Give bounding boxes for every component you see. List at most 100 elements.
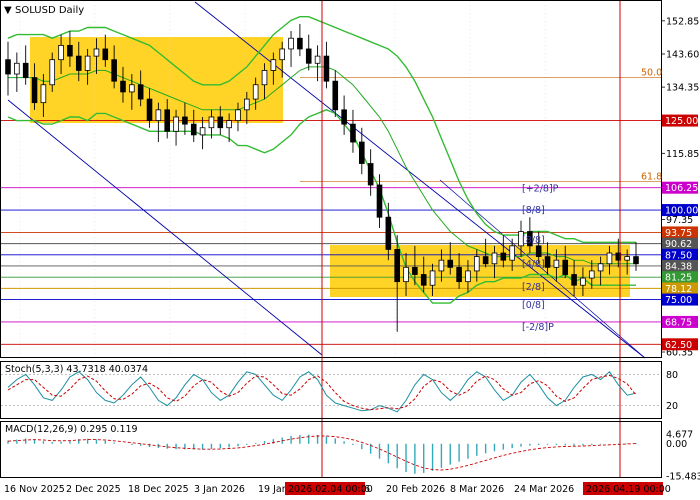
candle-body [376,184,383,218]
candle-body [509,245,515,261]
candle-body [367,163,374,186]
fib-label: 50.0 [641,68,662,79]
candle-body [491,252,498,265]
level-tag-label: 93.75 [665,228,692,239]
candle-body [553,259,560,268]
level-tag-label: 75.00 [665,295,692,306]
time-tick-label: 16 Nov 2025 [4,484,65,495]
macd-tick-label: -15.483 [666,472,700,483]
candle-body [226,120,232,129]
level-tag-label: 90.62 [665,239,692,250]
level-tag-label: 84.38 [665,261,692,272]
time-marker-label: 2026.04.19 00:00 [586,484,671,495]
candle-body [580,277,586,286]
candle-body [305,48,312,64]
candle-body [624,256,630,261]
candle-body [58,44,64,61]
time-tick-label: 2 Dec 2025 [66,484,121,495]
candle-body [465,270,471,283]
candle-body [473,256,480,272]
candle-body [288,37,294,50]
candle-body [633,256,639,265]
candle-body [111,59,117,82]
candle-body [173,116,179,132]
candle-body [31,77,38,104]
candle-body [535,245,542,257]
candle-body [190,123,197,136]
murrey-label: [4/8] [522,259,545,270]
price-tick-label: 152.85 [666,16,699,27]
chart-canvas: 8020 4.6770.00-15.483 152.85143.60134.35… [0,0,700,500]
candle-body [49,59,56,86]
candle-body [412,266,418,275]
stoch-tick-label: 20 [666,401,678,412]
candle-body [482,256,489,265]
candle-body [199,127,206,136]
candle-body [403,266,409,283]
murrey-label: [+2/8]P [522,184,559,195]
stoch-tick-label: 80 [666,370,678,381]
candle-body [155,109,162,121]
candle-body [137,84,144,100]
level-tag-label: 106.25 [665,183,698,194]
murrey-label: [0/8] [522,300,545,311]
candle-body [129,84,135,93]
candle-body [270,59,277,71]
candle-body [217,116,224,129]
level-tag-label: 100.00 [665,206,698,217]
candle-body [606,252,613,265]
chart-title: SOLUSD Daily [15,5,84,16]
candle-body [314,55,321,64]
macd-tick-label: 0.00 [666,439,687,450]
candle-body [341,109,347,125]
candle-body [5,59,11,75]
time-tick-label: 24 Mar 2026 [514,484,574,495]
time-tick-label: 19 Jan [258,484,288,495]
candle-body [447,259,454,268]
time-tick-label: 18 Dec 2025 [128,484,189,495]
candle-body [208,116,215,129]
candle-body [120,80,126,93]
price-tick-label: 97.35 [666,215,693,226]
candle-body [562,259,569,275]
candle-body [544,256,551,268]
candle-body [182,116,188,125]
candle-body [571,274,577,286]
candle-body [146,98,153,121]
murrey-label: [2/8] [522,282,545,293]
candle-body [164,109,171,132]
candle-body [279,48,285,61]
level-tag-label: 78.12 [665,284,692,295]
macd-label: MACD(12,26,9) 0.295 0.119 [5,424,138,435]
level-tag-label: 68.75 [665,317,692,328]
consolidation-box-lower [330,245,630,297]
candle-body [252,84,259,100]
candle-body [438,259,445,272]
candle-body [359,141,365,164]
candle-body [350,123,356,143]
price-tick-label: 143.60 [666,49,699,60]
candle-body [597,263,604,272]
murrey-label: [8/8] [522,235,545,246]
level-tag-label: 62.50 [665,340,692,351]
candle-body [261,70,268,86]
candle-body [244,98,250,111]
candle-body [394,249,400,283]
murrey-label: [8/8] [522,205,545,216]
candle-body [93,48,100,57]
candle-body [332,80,339,111]
candle-body [588,270,595,279]
candle-body [385,216,392,250]
candle-body [40,84,47,104]
candle-body [500,252,507,261]
candle-body [420,274,427,286]
stoch-label: Stoch(5,3,3) 43.7318 40.0374 [5,364,148,375]
time-tick-label: 20 Feb 2026 [386,484,445,495]
level-tag-label: 125.00 [665,116,698,127]
candle-body [235,109,241,121]
murrey-label: [-2/8]P [522,322,554,333]
level-tag-label: 87.50 [665,250,692,261]
candle-body [102,48,109,61]
candle-body [14,62,20,75]
candle-body [456,266,462,283]
